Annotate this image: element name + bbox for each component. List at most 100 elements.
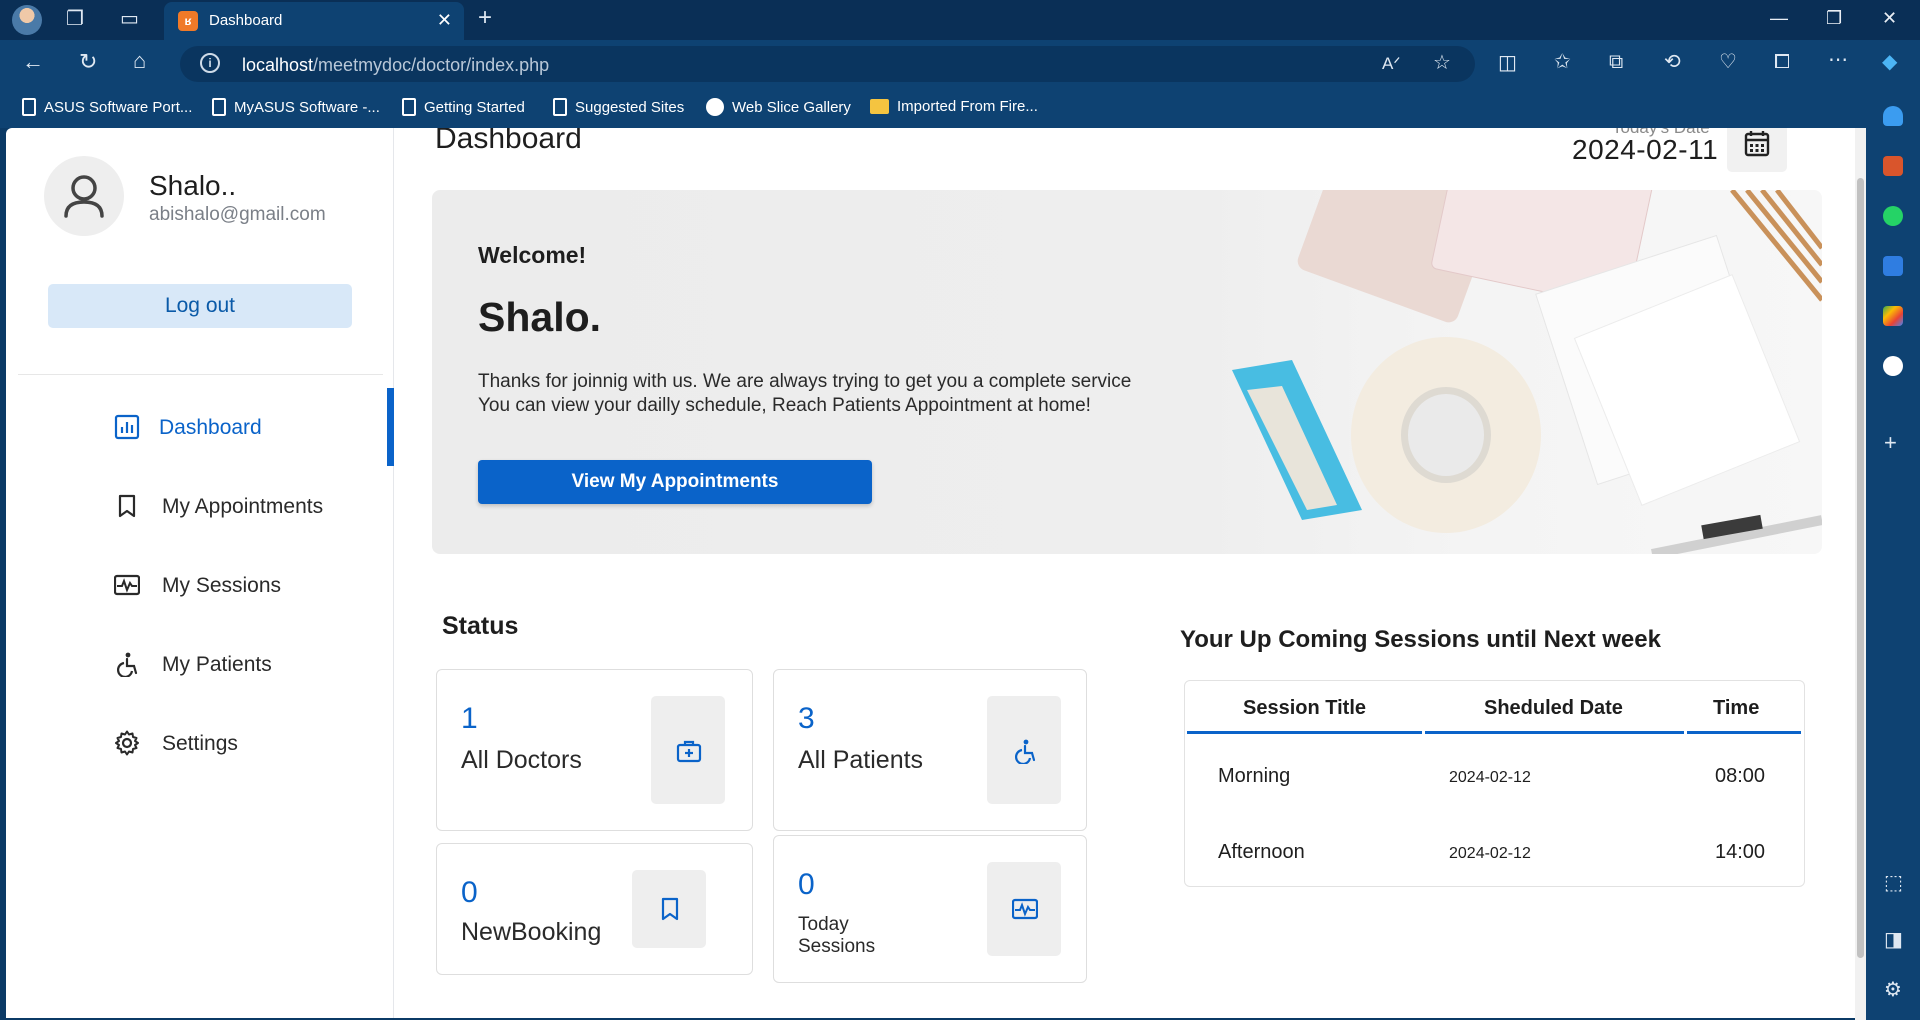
stat-value: 3 [798,702,815,735]
notifications-icon[interactable] [1883,106,1903,126]
browser-essentials-icon[interactable]: ♡ [1719,52,1737,72]
close-tab-icon[interactable]: ✕ [437,10,452,31]
column-header: Sheduled Date [1484,697,1623,719]
stat-label-line-2: Sessions [798,936,876,957]
browser-titlebar: ❐ ▭ ʁ Dashboard ✕ + — ❐ ✕ [0,0,1920,40]
page-viewport: Shalo.. abishalo@gmail.com Log out Dashb… [6,128,1866,1018]
refresh-icon[interactable]: ↻ [79,51,97,73]
add-sidebar-app-icon[interactable]: + [1884,432,1897,454]
stat-icon-box [651,696,725,804]
welcome-line-2: You can view your dailly schedule, Reach… [478,395,1091,416]
favorite-item[interactable]: Web Slice Gallery [706,98,851,116]
copilot-icon[interactable]: ◆ [1882,52,1897,72]
app-sidebar: Shalo.. abishalo@gmail.com Log out Dashb… [6,128,394,1018]
avatar [44,156,124,236]
sessions-icon [1012,898,1038,920]
favorite-item[interactable]: Getting Started [402,98,525,116]
stat-label: All Patients [798,746,924,774]
scrollbar-thumb[interactable] [1857,178,1864,958]
extensions-icon[interactable]: ⧠ [1774,52,1790,72]
stat-card-today-sessions[interactable]: 0 Today Sessions [773,835,1087,983]
url-field[interactable]: i localhost/meetmydoc/doctor/index.php A… [180,46,1475,82]
header-underline [1425,731,1684,734]
today-date: 2024-02-11 [1572,134,1719,165]
screenshot-icon[interactable]: ⬚ [1884,873,1903,893]
sidebar-item-settings[interactable]: Settings [6,704,394,782]
stat-value: 0 [798,868,815,901]
stat-icon-box [987,696,1061,804]
minimize-icon[interactable]: — [1770,8,1788,29]
url-host: localhost [242,55,314,75]
tab-actions-icon[interactable]: ▭ [120,9,139,29]
page-scrollbar[interactable] [1855,128,1866,1020]
favorite-star-icon[interactable]: ☆ [1433,53,1451,73]
sidebar-item-label: My Patients [162,653,272,676]
favorite-item[interactable]: ASUS Software Port... [22,98,192,116]
read-aloud-icon[interactable]: Aᐟ [1382,54,1401,74]
profile-avatar[interactable] [12,5,42,35]
hide-sidebar-icon[interactable]: ◨ [1884,930,1903,950]
page-icon [212,98,226,116]
split-screen-icon[interactable]: ◫ [1498,53,1517,73]
page-icon [402,98,416,116]
favorite-item[interactable]: Suggested Sites [553,98,684,116]
more-icon[interactable]: ⋯ [1828,50,1848,70]
sidebar-divider [18,374,383,375]
chatgpt-icon[interactable] [1883,356,1903,376]
user-name: Shalo.. [149,170,237,201]
whatsapp-icon[interactable] [1883,206,1903,226]
page-icon [553,98,567,116]
user-icon [64,175,104,218]
play-store-icon[interactable] [1883,306,1903,326]
history-icon[interactable]: ⟲ [1664,52,1681,72]
stat-label: All Doctors [461,746,582,774]
sidebar-item-dashboard[interactable]: Dashboard [6,388,394,466]
home-icon[interactable]: ⌂ [133,50,146,72]
calendar-button[interactable] [1727,128,1787,172]
xampp-icon: ʁ [178,11,198,31]
workspaces-icon[interactable]: ❐ [66,9,84,29]
restore-icon[interactable]: ❐ [1826,8,1842,29]
sidebar-settings-icon[interactable]: ⚙ [1884,980,1902,1000]
sidebar-item-appointments[interactable]: My Appointments [6,467,394,545]
stat-icon-box [632,870,706,948]
wheelchair-icon [1015,739,1036,764]
welcome-label: Welcome! [478,242,587,268]
stat-value: 1 [461,702,478,735]
address-bar-row: ← ↻ ⌂ i localhost/meetmydoc/doctor/index… [0,40,1920,88]
logout-button[interactable]: Log out [48,284,352,328]
session-title-cell: Morning [1218,765,1291,787]
user-email: abishalo@gmail.com [149,204,326,225]
back-icon[interactable]: ← [22,51,44,73]
welcome-message: Thanks for joinnig with us. We are alway… [478,370,1131,418]
session-date-cell: 2024-02-12 [1449,769,1531,786]
stat-card-patients[interactable]: 3 All Patients [773,669,1087,831]
url-path: /meetmydoc/doctor/index.php [313,55,550,75]
collections-icon[interactable]: ⧉ [1609,52,1623,72]
column-header: Session Title [1243,697,1367,719]
header-underline [1687,731,1801,734]
bookmark-icon [118,494,136,518]
stat-card-new-booking[interactable]: 0 NewBooking [436,843,753,975]
close-window-icon[interactable]: ✕ [1882,8,1897,29]
translator-icon[interactable] [1883,256,1903,276]
favorite-item[interactable]: MyASUS Software -... [212,98,380,116]
tab-dashboard[interactable]: ʁ Dashboard ✕ [164,2,464,40]
favorite-label: MyASUS Software -... [234,98,380,116]
favorites-icon[interactable]: ✩ [1554,52,1571,72]
sidebar-item-sessions[interactable]: My Sessions [6,546,394,624]
sidebar-item-label: Settings [162,732,238,755]
new-tab-icon[interactable]: + [478,6,492,30]
doctor-name: Shalo. [478,294,602,340]
stat-label: NewBooking [461,918,602,946]
tools-icon[interactable] [1883,156,1903,176]
favorite-item[interactable]: Imported From Fire... [870,98,1038,115]
page-icon [22,98,36,116]
view-appointments-button[interactable]: View My Appointments [478,460,872,504]
stat-card-doctors[interactable]: 1 All Doctors [436,669,753,831]
status-title: Status [442,612,519,640]
web-slice-icon [706,98,724,116]
sidebar-item-label: My Appointments [162,495,324,518]
sidebar-item-patients[interactable]: My Patients [6,625,394,703]
site-info-icon[interactable]: i [200,53,220,73]
